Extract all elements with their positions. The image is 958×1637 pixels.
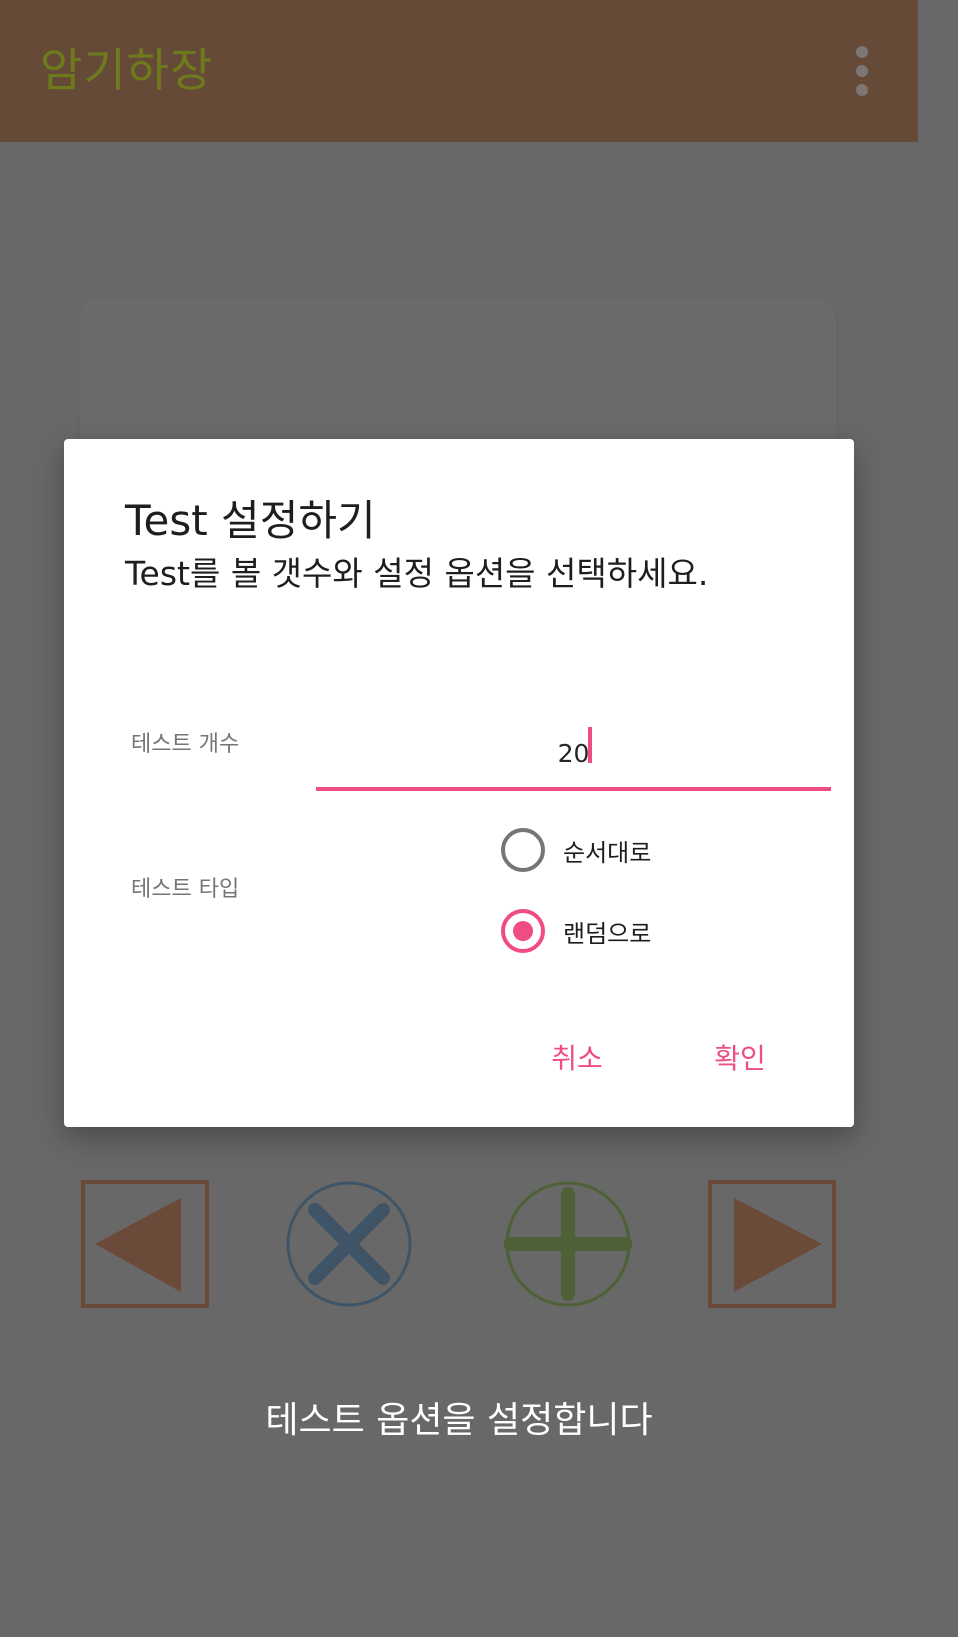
triangle-right-icon [708,1180,836,1308]
test-settings-dialog: Test 설정하기 Test를 볼 갯수와 설정 옵션을 선택하세요. 테스트 … [64,439,854,1127]
cancel-button[interactable]: 취소 [537,1029,617,1085]
test-count-label: 테스트 개수 [131,732,240,757]
x-circle-icon [286,1181,412,1307]
triangle-left-icon [81,1180,209,1308]
radio-in-order-label: 순서대로 [563,838,652,867]
radio-unchecked-icon [501,828,545,872]
delete-button[interactable] [285,1180,413,1308]
add-button[interactable] [504,1180,632,1308]
prev-button[interactable] [81,1180,209,1308]
plus-circle-icon [504,1181,632,1307]
confirm-button[interactable]: 확인 [700,1029,780,1085]
radio-random-label: 랜덤으로 [563,919,652,948]
dialog-title: Test 설정하기 [125,496,376,545]
app-bar: 암기하장 [0,0,918,142]
text-cursor [588,727,592,763]
test-count-field-wrap [316,719,831,791]
more-vert-icon[interactable] [838,40,886,102]
radio-random[interactable]: 랜덤으로 [501,903,651,959]
radio-in-order[interactable]: 순서대로 [501,822,651,878]
test-type-label: 테스트 타입 [131,877,240,902]
dialog-message: Test를 볼 갯수와 설정 옵션을 선택하세요. [125,554,709,593]
radio-checked-icon [501,909,545,953]
app-title: 암기하장 [40,43,214,97]
test-count-input[interactable] [316,719,831,791]
next-button[interactable] [708,1180,836,1308]
footer-caption: 테스트 옵션을 설정합니다 [265,1400,653,1441]
